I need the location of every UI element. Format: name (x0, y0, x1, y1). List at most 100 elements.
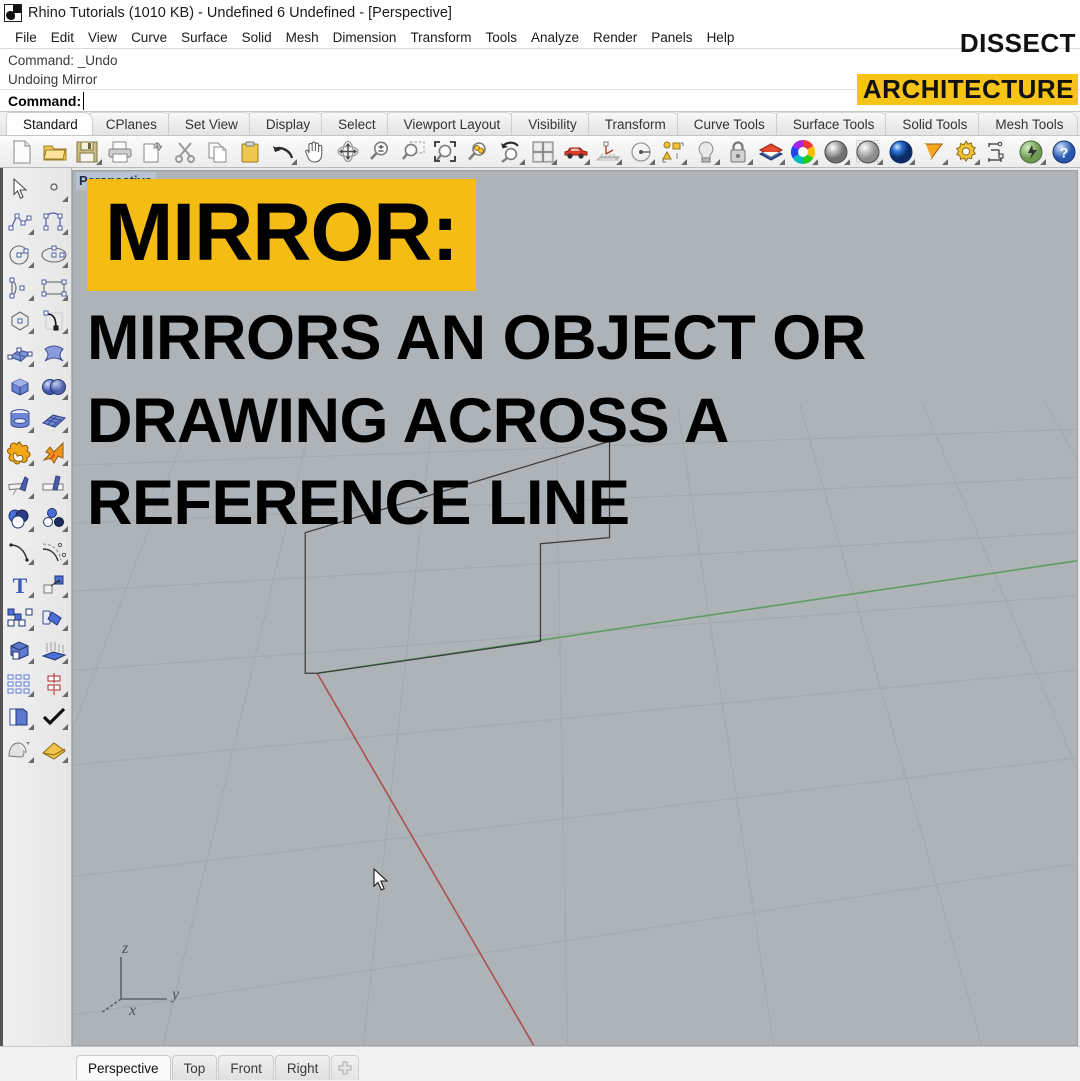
explode-icon[interactable] (37, 436, 71, 469)
menu-item-analyze[interactable]: Analyze (524, 29, 586, 46)
tab-mesh-tools[interactable]: Mesh Tools (978, 112, 1078, 135)
perspective-viewport[interactable]: Perspective (72, 170, 1078, 1046)
polygon-icon[interactable] (3, 304, 37, 337)
tab-standard[interactable]: Standard (6, 112, 93, 135)
polyline-icon[interactable] (3, 205, 37, 238)
curve-from-points-icon[interactable] (37, 304, 71, 337)
tab-transform[interactable]: Transform (588, 112, 681, 135)
viewport-title-label[interactable]: Perspective (76, 172, 156, 190)
arc-icon[interactable] (3, 271, 37, 304)
zoom-selected-icon[interactable] (462, 137, 495, 167)
tab-surface-tools[interactable]: Surface Tools (776, 112, 890, 135)
blend-surface-icon[interactable] (3, 733, 37, 766)
copy-object-icon[interactable] (3, 601, 37, 634)
lock-icon[interactable] (722, 137, 755, 167)
surface-from-points-icon[interactable] (3, 337, 37, 370)
undo-icon[interactable] (266, 137, 299, 167)
command-prompt-row[interactable]: Command: (0, 89, 1080, 111)
array-linear-icon[interactable] (37, 634, 71, 667)
ellipse-icon[interactable] (37, 238, 71, 271)
ghosted-sphere-icon[interactable] (852, 137, 885, 167)
circle-center-radius-icon[interactable] (3, 238, 37, 271)
array-grid-icon[interactable] (3, 667, 37, 700)
menu-item-edit[interactable]: Edit (44, 29, 81, 46)
box-edit-icon[interactable] (3, 634, 37, 667)
offset-curve-icon[interactable] (37, 535, 71, 568)
boolean-split-icon[interactable] (37, 502, 71, 535)
copy-icon[interactable] (201, 137, 234, 167)
rotate-object-icon[interactable] (37, 601, 71, 634)
help-icon[interactable]: ? (1048, 137, 1080, 167)
mirror-icon[interactable] (37, 667, 71, 700)
rectangle-icon[interactable] (37, 271, 71, 304)
layout-objects-icon[interactable] (657, 137, 690, 167)
viewport-tab-right[interactable]: Right (275, 1055, 331, 1080)
render-preview-icon[interactable] (1015, 137, 1048, 167)
tab-solid-tools[interactable]: Solid Tools (885, 112, 982, 135)
four-viewport-icon[interactable] (527, 137, 560, 167)
save-icon[interactable] (71, 137, 104, 167)
cut-scissors-icon[interactable] (169, 137, 202, 167)
tab-display[interactable]: Display (249, 112, 325, 135)
viewport-tab-front[interactable]: Front (218, 1055, 274, 1080)
print-icon[interactable] (104, 137, 137, 167)
menu-item-dimension[interactable]: Dimension (326, 29, 404, 46)
boolean-difference-icon[interactable] (3, 502, 37, 535)
point-object-icon[interactable] (37, 172, 71, 205)
sphere-boolean-icon[interactable] (37, 370, 71, 403)
text-object-icon[interactable]: T (3, 568, 37, 601)
shaded-sphere-icon[interactable] (820, 137, 853, 167)
move-object-icon[interactable] (37, 568, 71, 601)
check-object-icon[interactable] (37, 700, 71, 733)
tab-cplanes[interactable]: CPlanes (89, 112, 172, 135)
split-icon[interactable] (37, 469, 71, 502)
menu-item-help[interactable]: Help (700, 29, 742, 46)
tab-set-view[interactable]: Set View (168, 112, 253, 135)
copy-page-icon[interactable] (136, 137, 169, 167)
cone-solid-icon[interactable] (37, 733, 71, 766)
tab-select[interactable]: Select (321, 112, 391, 135)
menu-item-transform[interactable]: Transform (403, 29, 478, 46)
menu-item-view[interactable]: View (81, 29, 124, 46)
light-bulb-icon[interactable] (689, 137, 722, 167)
trim-icon[interactable] (3, 469, 37, 502)
menu-item-panels[interactable]: Panels (644, 29, 699, 46)
curve-interpolate-icon[interactable] (37, 205, 71, 238)
menu-item-tools[interactable]: Tools (478, 29, 524, 46)
zoom-window-icon[interactable] (397, 137, 430, 167)
pan-hand-icon[interactable] (299, 137, 332, 167)
menu-item-render[interactable]: Render (586, 29, 644, 46)
menu-item-solid[interactable]: Solid (235, 29, 279, 46)
layers-icon[interactable] (755, 137, 788, 167)
box-solid-icon[interactable] (3, 370, 37, 403)
tab-visibility[interactable]: Visibility (511, 112, 592, 135)
layers-panel-icon[interactable] (3, 700, 37, 733)
rotate-view-icon[interactable] (331, 137, 364, 167)
extrude-surface-icon[interactable] (37, 337, 71, 370)
zoom-extents-icon[interactable] (429, 137, 462, 167)
menu-item-file[interactable]: File (8, 29, 44, 46)
fillet-curve-icon[interactable] (3, 535, 37, 568)
gumball-cone-icon[interactable] (917, 137, 950, 167)
open-folder-icon[interactable] (39, 137, 72, 167)
undo-view-change-icon[interactable] (494, 137, 527, 167)
new-file-icon[interactable] (6, 137, 39, 167)
zoom-in-out-icon[interactable] (364, 137, 397, 167)
menu-item-curve[interactable]: Curve (124, 29, 174, 46)
mesh-plane-icon[interactable] (37, 403, 71, 436)
options-gear-icon[interactable] (950, 137, 983, 167)
command-input[interactable] (83, 92, 1080, 110)
cplane-grid-icon[interactable] (592, 137, 625, 167)
boolean-union-icon[interactable] (3, 436, 37, 469)
viewport-tab-top[interactable]: Top (172, 1055, 218, 1080)
viewport-tab-perspective[interactable]: Perspective (76, 1055, 171, 1080)
color-wheel-icon[interactable] (787, 137, 820, 167)
tab-viewport-layout[interactable]: Viewport Layout (387, 112, 516, 135)
cylinder-icon[interactable] (3, 403, 37, 436)
add-viewport-tab-button[interactable] (331, 1055, 359, 1080)
dimension-icon[interactable] (982, 137, 1015, 167)
named-view-car-icon[interactable] (559, 137, 592, 167)
menu-item-surface[interactable]: Surface (174, 29, 235, 46)
set-cplane-origin-icon[interactable] (624, 137, 657, 167)
menu-item-mesh[interactable]: Mesh (279, 29, 326, 46)
